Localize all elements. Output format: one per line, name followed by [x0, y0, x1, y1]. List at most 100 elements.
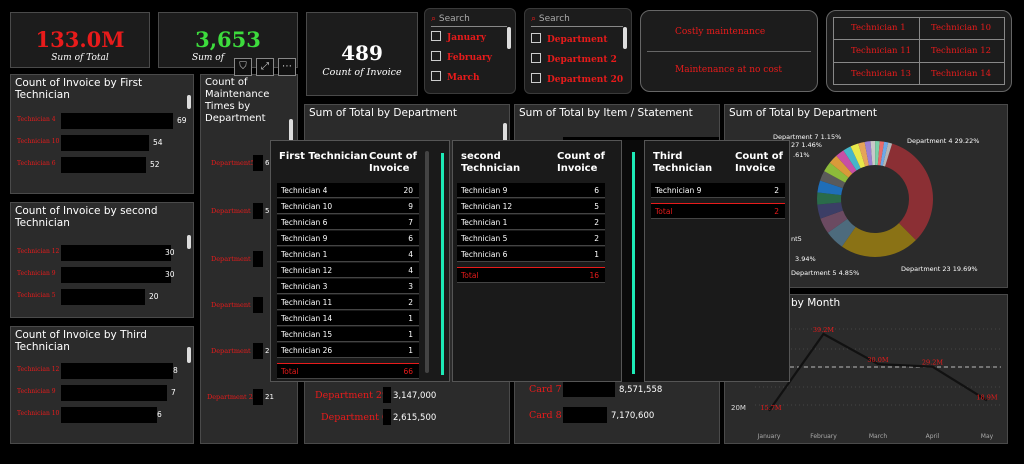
slicer-item-february[interactable]: February — [431, 51, 492, 63]
bar[interactable] — [253, 343, 263, 359]
bar[interactable] — [253, 297, 263, 313]
bar[interactable] — [563, 407, 607, 423]
bar-row[interactable]: Technician 4 69 — [17, 113, 187, 129]
table-row[interactable]: Technician 3 3 — [277, 279, 419, 294]
bar-row[interactable]: Technician 12 8 — [17, 363, 187, 379]
bar-row[interactable]: Technician 12 30 — [17, 245, 187, 261]
column-header[interactable]: First Technician — [279, 151, 368, 163]
scrollbar[interactable] — [187, 95, 191, 109]
column-header[interactable]: Count of Invoice — [557, 151, 607, 175]
slicer-item-january[interactable]: January — [431, 31, 486, 43]
filter-icon[interactable]: ⛉ — [234, 58, 252, 76]
checkbox[interactable] — [531, 73, 541, 83]
scrollbar[interactable] — [187, 347, 191, 363]
table-row[interactable]: Technician 26 1 — [277, 343, 419, 358]
table-row[interactable]: Technician 11 2 — [277, 295, 419, 310]
sum-total-card[interactable]: 133.0M Sum of Total — [10, 12, 150, 68]
technician-grid-slicer[interactable]: Technician 1 Technician 10 Technician 11… — [826, 10, 1012, 92]
bar[interactable] — [253, 251, 263, 267]
checkbox[interactable] — [431, 71, 441, 81]
bar-row[interactable]: Department 29 3,147,000 — [305, 387, 505, 405]
third-technician-table[interactable]: Third Technician Count of Invoice Techni… — [644, 140, 790, 382]
table-row[interactable]: Technician 14 1 — [277, 311, 419, 326]
table-row[interactable]: Technician 12 4 — [277, 263, 419, 278]
tech-grid-13[interactable]: Technician 13 — [851, 69, 911, 79]
column-header[interactable]: Count of Invoice — [735, 151, 785, 175]
table-row[interactable]: Technician 9 6 — [457, 183, 605, 198]
bar-row[interactable]: Technician 9 30 — [17, 267, 187, 283]
bar-row[interactable]: Department 23 21 — [201, 389, 291, 407]
maintenance-slicer[interactable]: Costly maintenance Maintenance at no cos… — [640, 10, 818, 92]
department-slicer[interactable]: ⌕ Search Department Department 2 Departm… — [524, 8, 632, 94]
bar-row[interactable]: Department 6 2,615,500 — [305, 409, 505, 427]
column-header[interactable]: Count of Invoice — [369, 151, 419, 175]
table-row[interactable]: Technician 6 7 — [277, 215, 419, 230]
table-row[interactable]: Technician 4 20 — [277, 183, 419, 198]
sum-second-card[interactable]: 3,653 Sum of — [158, 12, 298, 68]
checkbox[interactable] — [431, 31, 441, 41]
table-row[interactable]: Technician 9 2 — [651, 183, 785, 198]
bar[interactable] — [383, 409, 391, 425]
checkbox[interactable] — [431, 51, 441, 61]
second-technician-panel[interactable]: Count of Invoice by second Technician Te… — [10, 202, 194, 318]
bar[interactable] — [253, 389, 263, 405]
tech-grid-10[interactable]: Technician 10 — [931, 23, 991, 33]
second-technician-table[interactable]: second Technician Count of Invoice Techn… — [452, 140, 622, 382]
table-row[interactable]: Technician 9 6 — [277, 231, 419, 246]
slicer-item-march[interactable]: March — [431, 71, 480, 83]
bar[interactable] — [61, 135, 149, 151]
series-line[interactable] — [768, 332, 988, 412]
bar-row[interactable]: Technician 10 6 — [17, 407, 187, 423]
department-search[interactable]: ⌕ Search — [531, 14, 570, 24]
slicer-item-department-20[interactable]: Department 20 — [531, 73, 623, 85]
table-row[interactable]: Technician 5 2 — [457, 231, 605, 246]
slicer-item-department[interactable]: Department — [531, 33, 608, 45]
bar-row[interactable]: Card 7 8,571,558 — [515, 381, 715, 399]
bar[interactable] — [253, 155, 263, 171]
more-options-icon[interactable]: ⋯ — [278, 58, 296, 76]
bar[interactable] — [61, 385, 167, 401]
checkbox[interactable] — [531, 33, 541, 43]
bar-row[interactable]: Card 8 7,170,600 — [515, 407, 715, 425]
bar[interactable] — [383, 387, 391, 403]
column-header[interactable]: Third Technician — [653, 151, 723, 175]
bar[interactable] — [61, 245, 171, 261]
bar-row[interactable]: Technician 9 7 — [17, 385, 187, 401]
bar[interactable] — [61, 363, 173, 379]
bar[interactable] — [61, 407, 157, 423]
maintenance-costly[interactable]: Costly maintenance — [675, 27, 765, 37]
third-technician-panel[interactable]: Count of Invoice by Third Technician Tec… — [10, 326, 194, 444]
bar[interactable] — [563, 381, 615, 397]
tech-grid-12[interactable]: Technician 12 — [931, 46, 991, 56]
table-row[interactable]: Technician 1 4 — [277, 247, 419, 262]
bar-row[interactable]: Technician 10 54 — [17, 135, 187, 151]
table-row[interactable]: Technician 10 9 — [277, 199, 419, 214]
table-row[interactable]: Technician 6 1 — [457, 247, 605, 262]
scrollbar[interactable] — [425, 151, 429, 373]
tech-grid-1[interactable]: Technician 1 — [851, 23, 906, 33]
count-invoice-card[interactable]: 489 Count of Invoice — [306, 12, 418, 96]
bar-row[interactable]: Technician 6 52 — [17, 157, 187, 173]
table-row[interactable]: Technician 1 2 — [457, 215, 605, 230]
month-search[interactable]: ⌕ Search — [431, 14, 470, 24]
bar[interactable] — [61, 267, 171, 283]
donut-slice[interactable] — [885, 143, 933, 241]
scrollbar[interactable] — [187, 235, 191, 249]
table-row[interactable]: Technician 15 1 — [277, 327, 419, 342]
focus-mode-icon[interactable]: ⤢ — [256, 58, 274, 76]
first-technician-table[interactable]: First Technician Count of Invoice Techni… — [270, 140, 450, 382]
bar-row[interactable]: Technician 5 20 — [17, 289, 187, 305]
first-technician-panel[interactable]: Count of Invoice by First Technician Tec… — [10, 74, 194, 194]
column-header[interactable]: second Technician — [461, 151, 557, 175]
tech-grid-14[interactable]: Technician 14 — [931, 69, 991, 79]
table-row[interactable]: Technician 12 5 — [457, 199, 605, 214]
slicer-item-department-2[interactable]: Department 2 — [531, 53, 617, 65]
bar[interactable] — [61, 289, 145, 305]
tech-grid-11[interactable]: Technician 11 — [851, 46, 911, 56]
bar[interactable] — [61, 113, 173, 129]
checkbox[interactable] — [531, 53, 541, 63]
month-slicer[interactable]: ⌕ Search January February March — [424, 8, 516, 94]
bar[interactable] — [61, 157, 146, 173]
bar[interactable] — [253, 203, 263, 219]
maintenance-no-cost[interactable]: Maintenance at no cost — [675, 65, 782, 75]
